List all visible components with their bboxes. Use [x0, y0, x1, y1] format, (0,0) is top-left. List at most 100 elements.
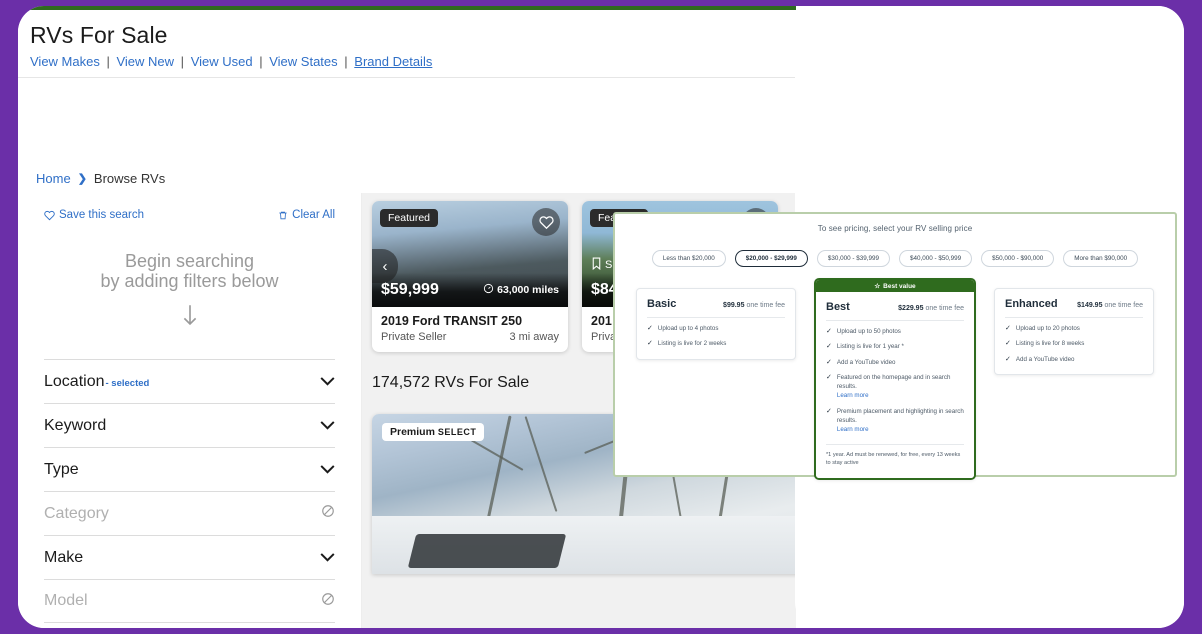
check-icon: ✓: [1005, 355, 1011, 363]
breadcrumb: Home ❯ Browse RVs: [18, 163, 796, 193]
begin-line-1: Begin searching: [124, 251, 255, 271]
clear-all-label: Clear All: [292, 209, 335, 221]
check-icon: ✓: [826, 343, 832, 351]
check-icon: ✓: [647, 340, 653, 348]
plan-feature: ✓ Premium placement and highlighting in …: [826, 407, 964, 435]
chevron-down-icon[interactable]: [320, 549, 335, 567]
price-range-pill-group: Less than $20,000 $20,000 - $29,999 $30,…: [615, 250, 1175, 267]
price-pill-20000-29999[interactable]: $20,000 - $29,999: [734, 250, 808, 267]
plan-card-enhanced[interactable]: Enhanced $149.95 one time fee ✓ Upload up…: [994, 288, 1154, 375]
breadcrumb-home[interactable]: Home: [36, 171, 71, 186]
filter-row-make[interactable]: Make: [44, 535, 335, 579]
rv-card-body: 2019 Ford TRANSIT 250 Private Seller 3 m…: [372, 307, 568, 352]
filter-list: Location- selected Keyword Type Category…: [44, 359, 335, 623]
premium-badge-main: Premium: [390, 426, 435, 438]
price-pill-30000-39999[interactable]: $30,000 - $39,999: [816, 250, 890, 267]
learn-more-link[interactable]: Learn more: [837, 425, 964, 434]
plan-price-amount: $229.95: [898, 305, 924, 312]
plan-body-best: Best $229.95 one time fee ✓ Upload up to …: [816, 292, 974, 478]
filter-label-location-wrap: Location- selected: [44, 373, 149, 391]
chevron-down-icon[interactable]: [320, 461, 335, 479]
plan-price-amount: $99.95: [723, 302, 745, 309]
price-pill-less-than-20000[interactable]: Less than $20,000: [651, 250, 726, 267]
plan-feature: ✓ Upload up to 20 photos: [1005, 324, 1143, 333]
check-icon: ✓: [826, 373, 832, 381]
plan-name-basic: Basic: [647, 298, 677, 310]
nav-sep: |: [180, 54, 185, 69]
price-pill-50000-90000[interactable]: $50,000 - $90,000: [981, 250, 1055, 267]
status-badge-premium: Premium SELECT: [382, 423, 485, 441]
rv-distance: 3 mi away: [509, 331, 559, 343]
rv-price-strip: $59,999 63,000 miles: [372, 273, 568, 307]
best-value-label: Best value: [883, 282, 916, 290]
plan-feature-text: Upload up to 4 photos: [657, 325, 719, 332]
plan-name-best: Best: [826, 301, 850, 313]
trash-icon: [278, 210, 288, 221]
filter-row-type[interactable]: Type: [44, 447, 335, 491]
begin-line-2: by adding filters below: [100, 271, 279, 291]
rv-mileage: 63,000 miles: [483, 283, 559, 297]
plan-feature: ✓ Featured on the homepage and in search…: [826, 373, 964, 401]
nav-sep: |: [259, 54, 263, 69]
odometer-icon: [483, 283, 494, 297]
plan-card-best[interactable]: ☆ Best value Best $229.95 one time fee ✓ …: [814, 278, 976, 480]
rv-seller: Private Seller: [381, 331, 447, 343]
plan-feature-wrap: Premium placement and highlighting in se…: [837, 407, 964, 435]
plan-feature-text: Upload up to 20 photos: [1015, 325, 1080, 332]
check-icon: ✓: [1005, 325, 1011, 332]
nav-sep: |: [344, 54, 348, 69]
price-pill-more-than-90000[interactable]: More than $90,000: [1063, 250, 1139, 267]
header-nav-links: View Makes | View New | View Used | View…: [30, 54, 796, 69]
filter-row-category: Category: [44, 491, 335, 535]
best-value-banner: ☆ Best value: [816, 280, 974, 292]
filter-row-keyword[interactable]: Keyword: [44, 403, 335, 447]
plan-feature: ✓ Add a YouTube video: [826, 358, 964, 367]
heart-icon: [44, 210, 55, 221]
price-pill-40000-50999[interactable]: $40,000 - $50,999: [898, 250, 973, 267]
save-this-search-button[interactable]: Save this search: [44, 209, 144, 221]
plan-header: Best $229.95 one time fee: [826, 301, 964, 321]
filter-label-category: Category: [44, 504, 109, 522]
plan-fee-text: one time fee: [925, 305, 964, 312]
clear-all-button[interactable]: Clear All: [278, 209, 335, 221]
pricing-subtitle: To see pricing, select your RV selling p…: [817, 224, 973, 233]
rv-title: 2019 Ford TRANSIT 250: [381, 314, 523, 328]
nav-link-brand-details[interactable]: Brand Details: [354, 54, 432, 69]
filter-row-model: Model: [44, 579, 335, 623]
check-icon: ✓: [647, 325, 653, 332]
plan-name-enhanced: Enhanced: [1005, 298, 1058, 310]
chevron-down-icon[interactable]: [320, 373, 335, 391]
learn-more-link[interactable]: Learn more: [837, 391, 964, 400]
begin-searching-hint: Begin searching by adding filters below: [44, 251, 335, 333]
filter-label-model: Model: [44, 592, 88, 609]
filter-row-location[interactable]: Location- selected: [44, 359, 335, 403]
chevron-down-icon[interactable]: [320, 417, 335, 435]
rv-listing-card[interactable]: Featured $59,999 63,000 miles 2019 Ford …: [372, 201, 568, 352]
nav-link-view-makes[interactable]: View Makes: [30, 54, 100, 69]
plan-price-basic: $99.95 one time fee: [723, 302, 785, 309]
plan-feature: ✓ Add a YouTube video: [1005, 355, 1143, 364]
ad-banner-area: [18, 79, 796, 163]
filter-selected-tag: - selected: [105, 377, 150, 389]
star-icon: ☆: [874, 283, 881, 290]
plan-feature-text: Listing is live for 8 weeks: [1015, 340, 1085, 348]
plan-feature-text: Add a YouTube video: [836, 358, 896, 366]
plan-feature: ✓ Listing is live for 2 weeks: [647, 339, 785, 348]
plan-fee-text: one time fee: [1104, 302, 1143, 309]
plan-card-basic[interactable]: Basic $99.95 one time fee ✓ Upload up to …: [636, 288, 796, 360]
premium-badge-sub: SELECT: [437, 427, 477, 437]
nav-link-view-states[interactable]: View States: [269, 54, 337, 69]
chevron-right-icon: ❯: [77, 172, 87, 185]
plan-feature-text: Premium placement and highlighting in se…: [836, 407, 964, 425]
favorite-button[interactable]: [532, 208, 560, 236]
nav-link-view-used[interactable]: View Used: [191, 54, 253, 69]
no-entry-icon: [321, 592, 335, 611]
save-listing-control[interactable]: S: [591, 257, 612, 273]
plan-price-enhanced: $149.95 one time fee: [1077, 302, 1143, 309]
rv-meta: Private Seller 3 mi away: [381, 331, 559, 343]
filter-sidebar: Save this search Clear All Begin searchi…: [18, 193, 362, 628]
status-badge-featured: Featured: [380, 209, 439, 227]
bookmark-icon: [591, 257, 602, 273]
plan-feature-text: Listing is live for 2 weeks: [657, 340, 727, 348]
nav-link-view-new[interactable]: View New: [116, 54, 174, 69]
